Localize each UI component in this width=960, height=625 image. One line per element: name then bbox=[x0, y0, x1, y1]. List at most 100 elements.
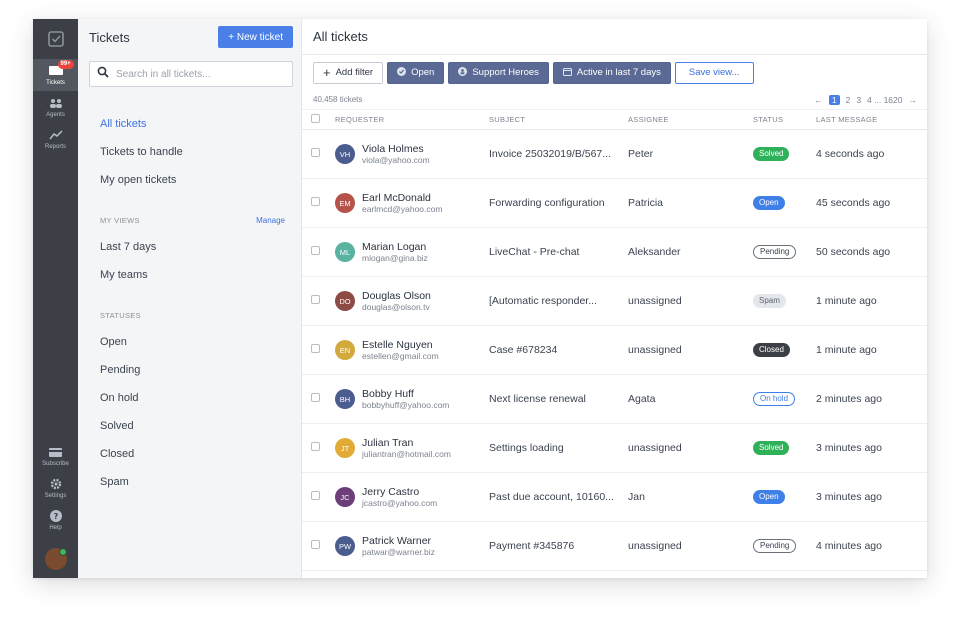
nav-item-subscribe[interactable]: Subscribe bbox=[33, 440, 78, 472]
subject-cell[interactable]: Invoice 25032019/B/567... bbox=[489, 148, 628, 160]
add-filter-button[interactable]: + Add filter bbox=[313, 61, 384, 84]
sidebar-status-pending[interactable]: Pending bbox=[100, 356, 285, 384]
next-page-arrow-icon[interactable]: → bbox=[909, 95, 918, 105]
tickets-badge: 99+ bbox=[57, 60, 74, 69]
requester-email: earlmcd@yahoo.com bbox=[362, 203, 443, 214]
nav-item-label: Agents bbox=[46, 112, 65, 118]
nav-item-tickets[interactable]: 99+ Tickets bbox=[33, 59, 78, 91]
table-row[interactable]: VH Viola Holmes viola@yahoo.com Invoice 250… bbox=[302, 130, 927, 179]
manage-views-link[interactable]: Manage bbox=[256, 216, 285, 225]
statuses-section: STATUSES bbox=[100, 311, 285, 320]
table-row[interactable]: DO Douglas Olson douglas@olson.tv [Automati… bbox=[302, 277, 927, 326]
svg-text:?: ? bbox=[53, 512, 58, 521]
requester-name: Marian Logan bbox=[362, 240, 427, 253]
sidebar-link-tickets-to-handle[interactable]: Tickets to handle bbox=[100, 138, 285, 166]
assignee-cell: unassigned bbox=[628, 540, 682, 552]
subject-cell[interactable]: LiveChat - Pre-chat bbox=[489, 246, 628, 258]
select-all-checkbox[interactable] bbox=[311, 114, 320, 123]
column-last-message[interactable]: LAST MESSAGE bbox=[816, 115, 927, 124]
assignee-cell: Jan bbox=[628, 491, 645, 503]
subject-cell[interactable]: [Automatic responder... bbox=[489, 295, 628, 307]
nav-item-label: Settings bbox=[44, 493, 67, 499]
requester-email: bobbyhuff@yahoo.com bbox=[362, 399, 450, 410]
avatar: ML bbox=[335, 242, 355, 262]
row-checkbox[interactable] bbox=[311, 344, 320, 353]
row-checkbox[interactable] bbox=[311, 393, 320, 402]
page-link[interactable]: 4 ... 1620 bbox=[867, 95, 902, 105]
user-avatar[interactable] bbox=[44, 548, 67, 570]
sidebar-status-spam[interactable]: Spam bbox=[100, 468, 285, 496]
table-row[interactable]: EN Estelle Nguyen estellen@gmail.com Case #… bbox=[302, 326, 927, 375]
table-row[interactable]: JC Jerry Castro jcastro@yahoo.com Past due … bbox=[302, 473, 927, 522]
main-panel: All tickets + Add filter Open Support He… bbox=[302, 19, 927, 578]
sidebar-status-open[interactable]: Open bbox=[100, 328, 285, 356]
column-requester[interactable]: REQUESTER bbox=[335, 115, 489, 124]
sidebar-view-last-7-days[interactable]: Last 7 days bbox=[100, 233, 285, 261]
page-link[interactable]: 3 bbox=[856, 95, 861, 105]
search-box[interactable] bbox=[89, 61, 293, 87]
requester-cell: EN Estelle Nguyen estellen@gmail.com bbox=[335, 339, 489, 362]
search-input[interactable] bbox=[116, 68, 285, 80]
nav-item-help[interactable]: ? Help bbox=[33, 504, 78, 536]
row-checkbox[interactable] bbox=[311, 295, 320, 304]
requester-cell: BH Bobby Huff bobbyhuff@yahoo.com bbox=[335, 388, 489, 411]
reports-icon bbox=[48, 128, 63, 142]
nav-item-agents[interactable]: Agents bbox=[33, 91, 78, 123]
subject-cell[interactable]: Next license renewal bbox=[489, 393, 628, 405]
row-checkbox[interactable] bbox=[311, 197, 320, 206]
gear-icon bbox=[50, 477, 62, 491]
requester-name: Jerry Castro bbox=[362, 485, 420, 498]
views-section: MY VIEWS Manage bbox=[100, 216, 285, 225]
assignee-cell: unassigned bbox=[628, 442, 682, 454]
page-current[interactable]: 1 bbox=[828, 94, 840, 105]
nav-item-reports[interactable]: Reports bbox=[33, 123, 78, 155]
table-row[interactable]: JT Julian Tran juliantran@hotmail.com Setti… bbox=[302, 424, 927, 473]
save-view-button[interactable]: Save view... bbox=[674, 61, 754, 84]
last-message-cell: 3 minutes ago bbox=[816, 491, 882, 503]
row-checkbox[interactable] bbox=[311, 148, 320, 157]
filter-open-chip[interactable]: Open bbox=[387, 61, 445, 84]
status-badge: Pending bbox=[753, 245, 797, 259]
assignee-cell: unassigned bbox=[628, 344, 682, 356]
sidebar-status-closed[interactable]: Closed bbox=[100, 440, 285, 468]
sidebar-status-on-hold[interactable]: On hold bbox=[100, 384, 285, 412]
table-row[interactable]: BH Bobby Huff bobbyhuff@yahoo.com Next lice… bbox=[302, 375, 927, 424]
avatar: JC bbox=[335, 487, 355, 507]
requester-email: douglas@olson.tv bbox=[362, 301, 430, 312]
subject-cell[interactable]: Forwarding configuration bbox=[489, 197, 628, 209]
table-row[interactable]: EM Earl McDonald earlmcd@yahoo.com Forwardi… bbox=[302, 179, 927, 228]
app-logo-icon[interactable] bbox=[33, 19, 78, 59]
subject-cell[interactable]: Past due account, 10160... bbox=[489, 491, 628, 503]
table-header: REQUESTER SUBJECT ASSIGNEE STATUS LAST M… bbox=[302, 110, 927, 130]
filter-date-chip[interactable]: Active in last 7 days bbox=[552, 61, 671, 84]
sidebar-link-all-tickets[interactable]: All tickets bbox=[100, 110, 285, 138]
filter-team-chip[interactable]: Support Heroes bbox=[448, 61, 549, 84]
subject-cell[interactable]: Case #678234 bbox=[489, 344, 628, 356]
prev-page-arrow-icon[interactable]: ← bbox=[814, 95, 823, 105]
subject-cell[interactable]: Settings loading bbox=[489, 442, 628, 454]
last-message-cell: 4 minutes ago bbox=[816, 540, 882, 552]
status-badge: Spam bbox=[753, 294, 786, 308]
sidebar-link-my-open-tickets[interactable]: My open tickets bbox=[100, 166, 285, 194]
requester-name: Patrick Warner bbox=[362, 534, 432, 547]
row-checkbox[interactable] bbox=[311, 491, 320, 500]
subject-cell[interactable]: Payment #345876 bbox=[489, 540, 628, 552]
sidebar-view-my-teams[interactable]: My teams bbox=[100, 261, 285, 289]
page-link[interactable]: 2 bbox=[846, 95, 851, 105]
column-subject[interactable]: SUBJECT bbox=[489, 115, 628, 124]
table-row[interactable]: ML Marian Logan mlogan@gina.biz LiveChat - … bbox=[302, 228, 927, 277]
requester-name: Earl McDonald bbox=[362, 191, 431, 204]
row-checkbox[interactable] bbox=[311, 540, 320, 549]
column-status[interactable]: STATUS bbox=[753, 115, 816, 124]
list-meta: 40,458 tickets ← 1 2 3 4 ... 1620 → bbox=[302, 90, 927, 110]
nav-item-settings[interactable]: Settings bbox=[33, 472, 78, 504]
requester-email: viola@yahoo.com bbox=[362, 154, 430, 165]
column-assignee[interactable]: ASSIGNEE bbox=[628, 115, 753, 124]
sidebar-status-solved[interactable]: Solved bbox=[100, 412, 285, 440]
left-nav: 99+ Tickets Agents Reports Subscribe Set… bbox=[33, 19, 78, 578]
row-checkbox[interactable] bbox=[311, 442, 320, 451]
row-checkbox[interactable] bbox=[311, 246, 320, 255]
table-row[interactable]: PW Patrick Warner patwar@warner.biz Payment… bbox=[302, 522, 927, 571]
assignee-cell: Patricia bbox=[628, 197, 664, 209]
new-ticket-button[interactable]: + New ticket bbox=[218, 26, 293, 48]
